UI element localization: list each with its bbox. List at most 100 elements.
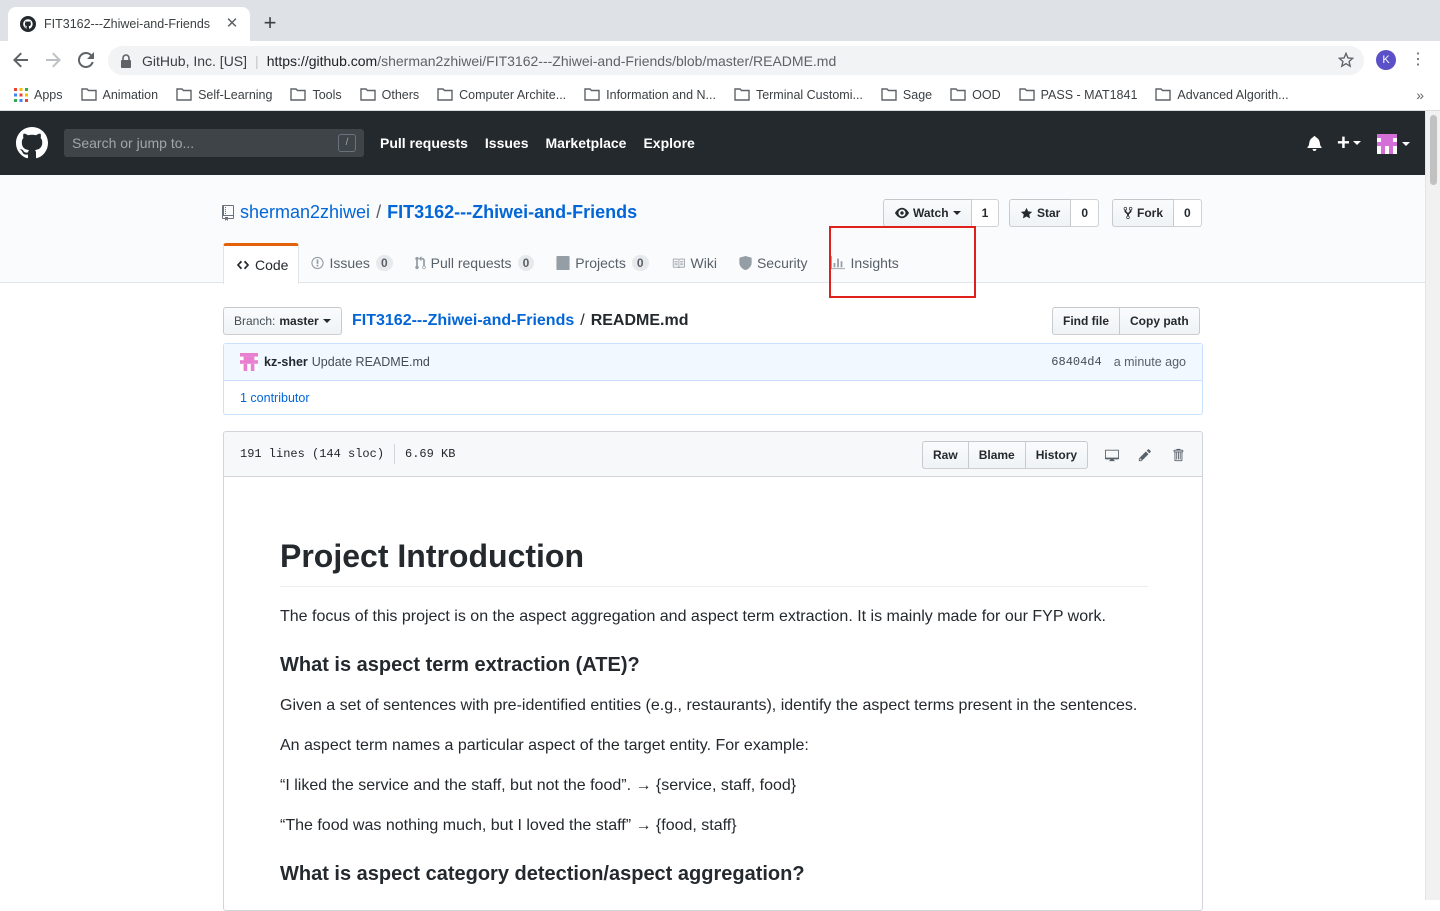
- repo-title: sherman2zhiwei / FIT3162---Zhiwei-and-Fr…: [222, 202, 637, 223]
- close-tab-icon[interactable]: ✕: [224, 16, 240, 32]
- bookmark-folder[interactable]: Self-Learning: [176, 88, 272, 102]
- folder-icon: [1018, 88, 1035, 101]
- browser-tabstrip: FIT3162---Zhiwei-and-Friends ✕ +: [0, 0, 1440, 41]
- bookmark-star-icon[interactable]: [1338, 52, 1354, 68]
- branch-name: master: [279, 314, 319, 328]
- tab-projects[interactable]: Projects 0: [544, 243, 658, 283]
- new-tab-icon[interactable]: +: [258, 12, 282, 36]
- tab-code[interactable]: Code: [223, 243, 300, 284]
- bookmark-folder[interactable]: Sage: [881, 88, 932, 102]
- github-logo-icon[interactable]: [16, 127, 48, 159]
- bookmark-folder[interactable]: OOD: [950, 87, 1001, 102]
- commit-author-link[interactable]: kz-sher: [264, 355, 308, 369]
- search-shortcut-badge: /: [338, 134, 356, 152]
- tab-issues[interactable]: Issues 0: [299, 243, 402, 283]
- fork-count[interactable]: 0: [1174, 199, 1202, 227]
- bookmark-folder[interactable]: Information and N...: [584, 88, 716, 102]
- branch-selector[interactable]: Branch: master: [223, 307, 342, 335]
- url-divider: |: [255, 52, 259, 69]
- file-lines-info: 191 lines (144 sloc): [240, 447, 385, 461]
- pull-request-icon: [414, 256, 426, 270]
- file-header: 191 lines (144 sloc) 6.69 KB Raw Blame H…: [224, 432, 1202, 477]
- tab-counter: 0: [375, 255, 393, 271]
- folder-icon: [1155, 88, 1172, 101]
- tab-pull-requests[interactable]: Pull requests 0: [403, 243, 545, 283]
- bookmark-folder[interactable]: Others: [359, 88, 419, 102]
- browser-menu-icon[interactable]: ⋮: [1410, 50, 1426, 70]
- scrollbar-thumb[interactable]: [1430, 115, 1437, 185]
- folder-icon: [437, 88, 453, 101]
- bookmark-folder[interactable]: Advanced Algorith...: [1155, 88, 1289, 102]
- contributors-link[interactable]: 1 contributor: [240, 391, 309, 405]
- pencil-icon[interactable]: [1138, 448, 1152, 462]
- commit-sha-link[interactable]: 68404d4: [1051, 355, 1101, 369]
- repo-name-link[interactable]: FIT3162---Zhiwei-and-Friends: [387, 202, 637, 223]
- bookmark-folder[interactable]: Tools: [290, 88, 342, 102]
- fork-button[interactable]: Fork: [1112, 199, 1175, 227]
- avatar[interactable]: [240, 353, 258, 371]
- bookmark-label: OOD: [972, 87, 1001, 102]
- bookmark-apps[interactable]: Apps: [14, 87, 63, 102]
- folder-icon: [881, 88, 897, 101]
- bookmark-label: Self-Learning: [198, 87, 273, 102]
- contributors-row: 1 contributor: [224, 381, 1202, 414]
- create-new-dropdown[interactable]: +: [1337, 132, 1361, 154]
- profile-avatar[interactable]: K: [1376, 50, 1396, 70]
- global-nav: Pull requests Issues Marketplace Explore: [380, 135, 712, 151]
- tab-title: FIT3162---Zhiwei-and-Friends: [44, 17, 211, 31]
- bookmark-label: Sage: [902, 87, 933, 102]
- nav-pull-requests[interactable]: Pull requests: [380, 135, 468, 151]
- find-file-button[interactable]: Find file: [1052, 307, 1120, 335]
- back-icon[interactable]: [10, 49, 32, 71]
- browser-tab[interactable]: FIT3162---Zhiwei-and-Friends ✕: [8, 7, 250, 41]
- bookmark-folder[interactable]: Terminal Customi...: [734, 88, 863, 102]
- watch-button[interactable]: Watch: [883, 199, 972, 227]
- forward-icon[interactable]: [42, 49, 64, 71]
- reload-icon[interactable]: [75, 49, 97, 71]
- tab-wiki[interactable]: Wiki: [659, 243, 727, 283]
- bookmark-label: PASS - MAT1841: [1040, 87, 1138, 102]
- copy-path-button[interactable]: Copy path: [1120, 307, 1200, 335]
- caret-down-icon: [1352, 141, 1361, 145]
- nav-issues[interactable]: Issues: [485, 135, 529, 151]
- tab-security[interactable]: Security: [727, 243, 818, 283]
- star-button[interactable]: Star: [1009, 199, 1072, 227]
- fork-group: Fork 0: [1112, 199, 1202, 227]
- user-menu[interactable]: [1377, 134, 1410, 154]
- desktop-icon[interactable]: [1104, 448, 1120, 462]
- blame-button[interactable]: Blame: [967, 441, 1026, 469]
- nav-explore[interactable]: Explore: [643, 135, 694, 151]
- address-bar[interactable]: GitHub, Inc. [US] | https://github.com/s…: [108, 46, 1364, 75]
- bookmark-label: Animation: [102, 87, 159, 102]
- raw-button[interactable]: Raw: [922, 441, 969, 469]
- file-info-divider: [394, 444, 396, 464]
- bookmark-folder[interactable]: Animation: [80, 87, 159, 102]
- file-nav-buttons: Find file Copy path: [1052, 307, 1200, 335]
- bookmark-label: Terminal Customi...: [755, 87, 863, 102]
- history-button[interactable]: History: [1024, 441, 1089, 469]
- caret-down-icon: [952, 211, 961, 215]
- star-count[interactable]: 0: [1071, 199, 1100, 227]
- repo-icon: [222, 204, 234, 221]
- bookmark-folder[interactable]: Computer Archite...: [437, 88, 566, 102]
- trash-icon[interactable]: [1172, 448, 1184, 462]
- readme-heading: Project Introduction: [280, 536, 1148, 587]
- folder-icon: [584, 88, 600, 101]
- bookmark-folder[interactable]: PASS - MAT1841: [1018, 87, 1138, 102]
- repo-owner-link[interactable]: sherman2zhiwei: [240, 202, 370, 223]
- star-icon: [1020, 207, 1033, 218]
- folder-icon: [359, 88, 376, 101]
- notifications-bell-icon[interactable]: [1307, 135, 1322, 151]
- search-input[interactable]: Search or jump to... /: [64, 129, 364, 157]
- commit-message-link[interactable]: Update README.md: [312, 355, 430, 369]
- fork-icon: [1123, 206, 1133, 220]
- star-label: Star: [1037, 206, 1061, 220]
- code-icon: [236, 260, 250, 270]
- breadcrumb-repo-link[interactable]: FIT3162---Zhiwei-and-Friends: [352, 312, 574, 329]
- watch-count[interactable]: 1: [971, 199, 1000, 227]
- breadcrumb: FIT3162---Zhiwei-and-Friends / README.md: [352, 312, 688, 330]
- bookmarks-overflow-icon[interactable]: »: [1416, 87, 1424, 103]
- search-placeholder: Search or jump to...: [72, 135, 195, 151]
- nav-marketplace[interactable]: Marketplace: [546, 135, 627, 151]
- page-scrollbar[interactable]: [1425, 111, 1440, 900]
